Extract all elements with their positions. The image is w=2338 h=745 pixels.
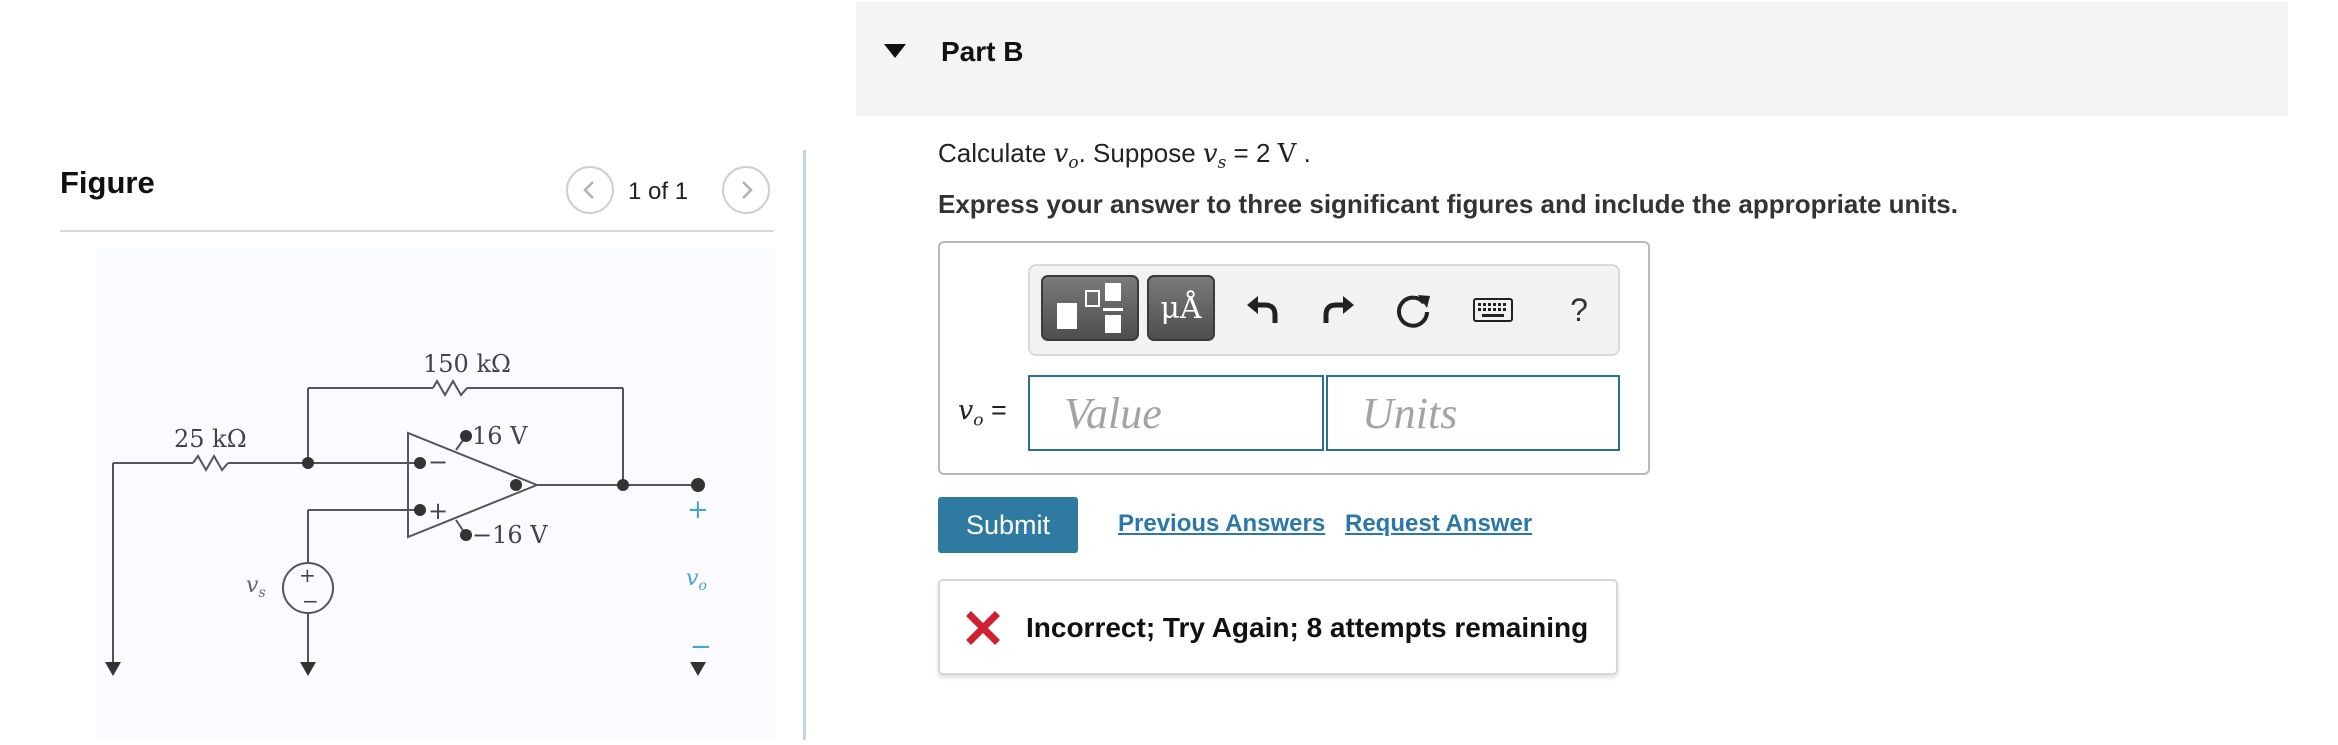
templates-button[interactable] xyxy=(1041,275,1139,341)
panel-divider xyxy=(803,150,806,740)
source-minus: − xyxy=(302,589,319,613)
next-figure-button[interactable] xyxy=(722,166,770,214)
submit-button[interactable]: Submit xyxy=(938,497,1078,553)
negative-supply-label: −16 V xyxy=(472,521,548,549)
caret-down-icon[interactable] xyxy=(884,44,906,58)
units-input[interactable] xyxy=(1326,375,1620,451)
answer-variable-label: vo = xyxy=(958,395,1007,431)
output-plus: + xyxy=(687,495,709,525)
keyboard-icon xyxy=(1473,298,1513,322)
templates-icon xyxy=(1057,283,1123,333)
reset-button[interactable] xyxy=(1386,280,1440,340)
circuit-figure: 150 kΩ 25 kΩ 16 V −16 V − + + − vs + vo … xyxy=(96,248,776,740)
reset-icon xyxy=(1397,295,1430,328)
units-button[interactable]: μÅ xyxy=(1147,275,1215,341)
question-text: Calculate vo. Suppose vs = 2 V . xyxy=(938,138,1311,174)
previous-figure-button[interactable] xyxy=(566,166,614,214)
math-toolbar: μÅ ? xyxy=(1028,264,1620,356)
part-title: Part B xyxy=(941,36,1024,67)
previous-answers-link[interactable]: Previous Answers xyxy=(1118,510,1325,538)
source-plus: + xyxy=(299,563,316,587)
request-answer-link[interactable]: Request Answer xyxy=(1345,510,1532,538)
vo-figure-label: vo xyxy=(686,566,707,594)
redo-button[interactable] xyxy=(1312,280,1366,340)
figure-panel: Figure 1 of 1 150 kΩ 25 kΩ 16 V −16 V − … xyxy=(0,0,806,740)
figure-divider xyxy=(60,230,774,232)
r1-label: 25 kΩ xyxy=(174,425,247,453)
positive-supply-label: 16 V xyxy=(472,422,528,450)
chevron-right-icon xyxy=(742,181,753,199)
figure-title: Figure xyxy=(60,165,155,200)
output-minus: − xyxy=(690,632,712,662)
instruction-text: Express your answer to three significant… xyxy=(938,189,1958,219)
keyboard-button[interactable] xyxy=(1466,280,1520,340)
noninverting-sign: + xyxy=(428,497,448,525)
inverting-sign: − xyxy=(428,448,448,476)
answer-box: μÅ ? vo = Value Units xyxy=(938,241,1650,475)
circuit-diagram: 150 kΩ 25 kΩ 16 V −16 V − + + − vs + vo … xyxy=(105,350,712,676)
feedback-message: Incorrect; Try Again; 8 attempts remaini… xyxy=(1026,612,1589,643)
figure-page-counter: 1 of 1 xyxy=(628,178,689,205)
part-header[interactable]: Part B xyxy=(856,2,2288,116)
value-input[interactable] xyxy=(1028,375,1324,451)
undo-button[interactable] xyxy=(1235,280,1289,340)
vs-label: vs xyxy=(246,573,266,601)
help-button[interactable]: ? xyxy=(1552,280,1606,340)
redo-icon xyxy=(1323,296,1354,323)
undo-icon xyxy=(1247,296,1278,323)
error-x-icon xyxy=(966,611,1000,645)
r2-label: 150 kΩ xyxy=(423,350,511,378)
feedback-box: Incorrect; Try Again; 8 attempts remaini… xyxy=(938,579,1618,675)
chevron-left-icon xyxy=(583,181,594,199)
